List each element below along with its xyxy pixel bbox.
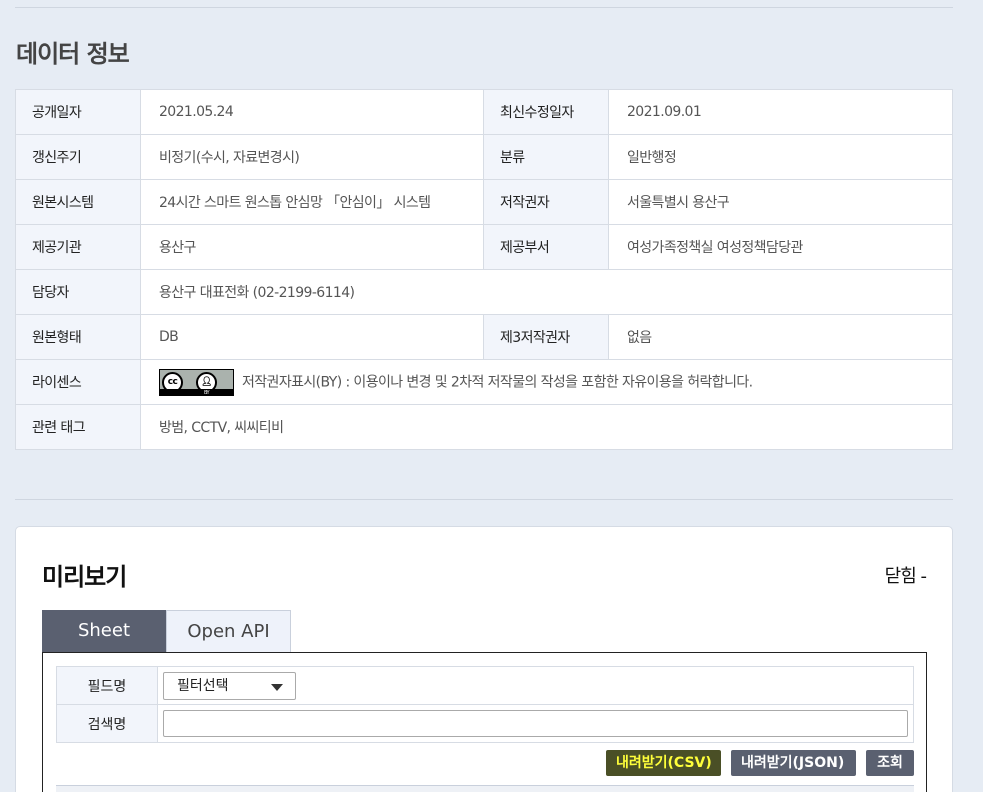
- search-name-label: 검색명: [56, 704, 158, 743]
- label-third-party-copyright: 제3저작권자: [483, 314, 609, 360]
- filter-table: 필드명 필터선택 검색명: [56, 666, 914, 743]
- table-row: 원본시스템 24시간 스마트 원스톱 안심망 「안심이」 시스템 저작권자 서울…: [15, 179, 953, 225]
- close-preview-button[interactable]: 닫힘 -: [885, 562, 927, 588]
- tab-sheet[interactable]: Sheet: [42, 610, 166, 652]
- search-input[interactable]: [163, 710, 908, 737]
- value-release-date: 2021.05.24: [140, 89, 484, 135]
- value-source-format: DB: [140, 314, 484, 360]
- mid-divider: [15, 499, 953, 500]
- value-tags: 방범, CCTV, 씨씨티비: [140, 404, 953, 450]
- dropdown-arrow-icon: [271, 683, 283, 691]
- table-row: 갱신주기 비정기(수시, 자료변경시) 분류 일반행정: [15, 134, 953, 180]
- preview-panel: 미리보기 닫힘 - Sheet Open API 필드명 필터선택 검색명 내려…: [15, 526, 953, 792]
- table-row: 원본형태 DB 제3저작권자 없음: [15, 314, 953, 360]
- label-tags: 관련 태그: [15, 404, 141, 450]
- label-source-system: 원본시스템: [15, 179, 141, 225]
- download-json-button[interactable]: 내려받기(JSON): [731, 750, 856, 776]
- value-copyright-holder: 서울특별시 용산구: [608, 179, 953, 225]
- label-department: 제공부서: [483, 224, 609, 270]
- label-release-date: 공개일자: [15, 89, 141, 135]
- table-row: 제공기관 용산구 제공부서 여성가족정책실 여성정책담당관: [15, 224, 953, 270]
- table-row: 라이센스 cc 👤︎ BY 저작권자표시(BY) : 이용이나 변경 및 2차적…: [15, 359, 953, 405]
- value-source-system: 24시간 스마트 원스톱 안심망 「안심이」 시스템: [140, 179, 484, 225]
- data-info-table: 공개일자 2021.05.24 최신수정일자 2021.09.01 갱신주기 비…: [15, 89, 953, 450]
- field-filter-selected: 필터선택: [177, 677, 229, 694]
- value-third-party-copyright: 없음: [608, 314, 953, 360]
- table-row: 검색명: [56, 704, 914, 743]
- label-license: 라이센스: [15, 359, 141, 405]
- label-source-format: 원본형태: [15, 314, 141, 360]
- label-last-modified: 최신수정일자: [483, 89, 609, 135]
- sheet-panel: 필드명 필터선택 검색명 내려받기(CSV) 내려받기(JSON) 조회: [42, 652, 927, 792]
- top-divider: [15, 7, 953, 8]
- value-last-modified: 2021.09.01: [608, 89, 953, 135]
- license-badge-bar: [160, 388, 233, 395]
- section-title: 데이터 정보: [16, 40, 130, 68]
- cc-by-license-icon: cc 👤︎ BY: [159, 368, 234, 396]
- field-name-label: 필드명: [56, 666, 158, 705]
- value-license: cc 👤︎ BY 저작권자표시(BY) : 이용이나 변경 및 2차적 저작물의…: [140, 359, 953, 405]
- label-copyright-holder: 저작권자: [483, 179, 609, 225]
- table-row: 공개일자 2021.05.24 최신수정일자 2021.09.01: [15, 89, 953, 135]
- label-category: 분류: [483, 134, 609, 180]
- table-row: 필드명 필터선택: [56, 666, 914, 705]
- value-update-cycle: 비정기(수시, 자료변경시): [140, 134, 484, 180]
- data-grid-header: [56, 785, 914, 792]
- label-contact: 담당자: [15, 269, 141, 315]
- query-button[interactable]: 조회: [866, 750, 914, 776]
- license-text: 저작권자표시(BY) : 이용이나 변경 및 2차적 저작물의 작성을 포함한 …: [242, 374, 753, 390]
- value-category: 일반행정: [608, 134, 953, 180]
- label-update-cycle: 갱신주기: [15, 134, 141, 180]
- label-provider: 제공기관: [15, 224, 141, 270]
- by-label: BY: [204, 389, 210, 396]
- download-csv-button[interactable]: 내려받기(CSV): [606, 750, 721, 776]
- tab-open-api[interactable]: Open API: [166, 610, 291, 652]
- value-department: 여성가족정책실 여성정책담당관: [608, 224, 953, 270]
- preview-title: 미리보기: [42, 563, 127, 591]
- value-contact: 용산구 대표전화 (02-2199-6114): [140, 269, 953, 315]
- field-filter-select[interactable]: 필터선택: [163, 671, 296, 700]
- value-provider: 용산구: [140, 224, 484, 270]
- table-row: 담당자 용산구 대표전화 (02-2199-6114): [15, 269, 953, 315]
- table-row: 관련 태그 방범, CCTV, 씨씨티비: [15, 404, 953, 450]
